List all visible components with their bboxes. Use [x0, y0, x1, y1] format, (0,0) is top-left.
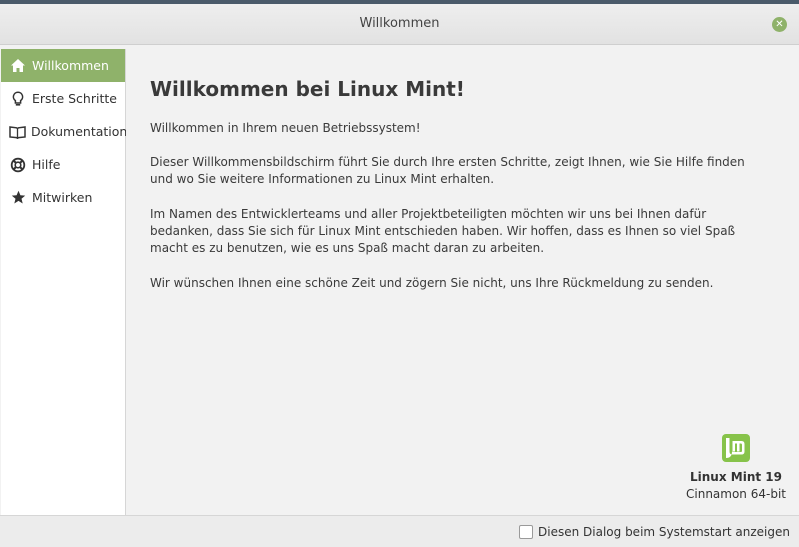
book-icon	[9, 123, 26, 141]
star-icon	[9, 189, 27, 207]
guide-paragraph: Dieser Willkommensbildschirm führt Sie d…	[150, 155, 745, 186]
edition-name: Cinnamon 64-bit	[686, 487, 786, 501]
show-on-startup-label: Diesen Dialog beim Systemstart anzeigen	[538, 524, 790, 539]
show-on-startup-option[interactable]: Diesen Dialog beim Systemstart anzeigen	[519, 516, 790, 547]
closing-paragraph: Wir wünschen Ihnen eine schöne Zeit und …	[150, 276, 714, 290]
window-title: Willkommen	[359, 16, 440, 31]
welcome-window: Willkommen ✕ Willkommen Erste Schritte D…	[0, 4, 799, 547]
titlebar[interactable]: Willkommen ✕	[0, 4, 799, 45]
sidebar-item-willkommen[interactable]: Willkommen	[1, 49, 125, 82]
thanks-paragraph: Im Namen des Entwicklerteams und aller P…	[150, 207, 736, 255]
linux-mint-logo	[721, 433, 751, 463]
footer: Diesen Dialog beim Systemstart anzeigen	[0, 515, 799, 547]
sidebar-item-mitwirken[interactable]: Mitwirken	[1, 181, 125, 214]
home-icon	[9, 57, 27, 75]
sidebar-item-label: Erste Schritte	[32, 91, 117, 106]
lifebuoy-icon	[9, 156, 27, 174]
main-content: Willkommen bei Linux Mint! Willkommen in…	[126, 49, 799, 515]
sidebar-item-label: Dokumentation	[31, 124, 128, 139]
lightbulb-icon	[9, 90, 27, 108]
sidebar-item-label: Mitwirken	[32, 190, 93, 205]
sidebar-item-label: Willkommen	[32, 58, 109, 73]
close-icon: ✕	[775, 19, 784, 30]
intro-paragraph: Willkommen in Ihrem neuen Betriebssystem…	[150, 121, 421, 135]
page-title: Willkommen bei Linux Mint!	[150, 77, 465, 101]
sidebar-item-dokumentation[interactable]: Dokumentation	[1, 115, 128, 148]
sidebar-item-erste-schritte[interactable]: Erste Schritte	[1, 82, 125, 115]
version-info: Linux Mint 19 Cinnamon 64-bit	[681, 433, 791, 503]
version-name: Linux Mint 19	[690, 470, 782, 484]
sidebar: Willkommen Erste Schritte Dokumentation …	[1, 49, 128, 515]
sidebar-item-hilfe[interactable]: Hilfe	[1, 148, 125, 181]
sidebar-item-label: Hilfe	[32, 157, 61, 172]
close-button[interactable]: ✕	[772, 17, 787, 32]
show-on-startup-checkbox[interactable]	[519, 524, 534, 539]
